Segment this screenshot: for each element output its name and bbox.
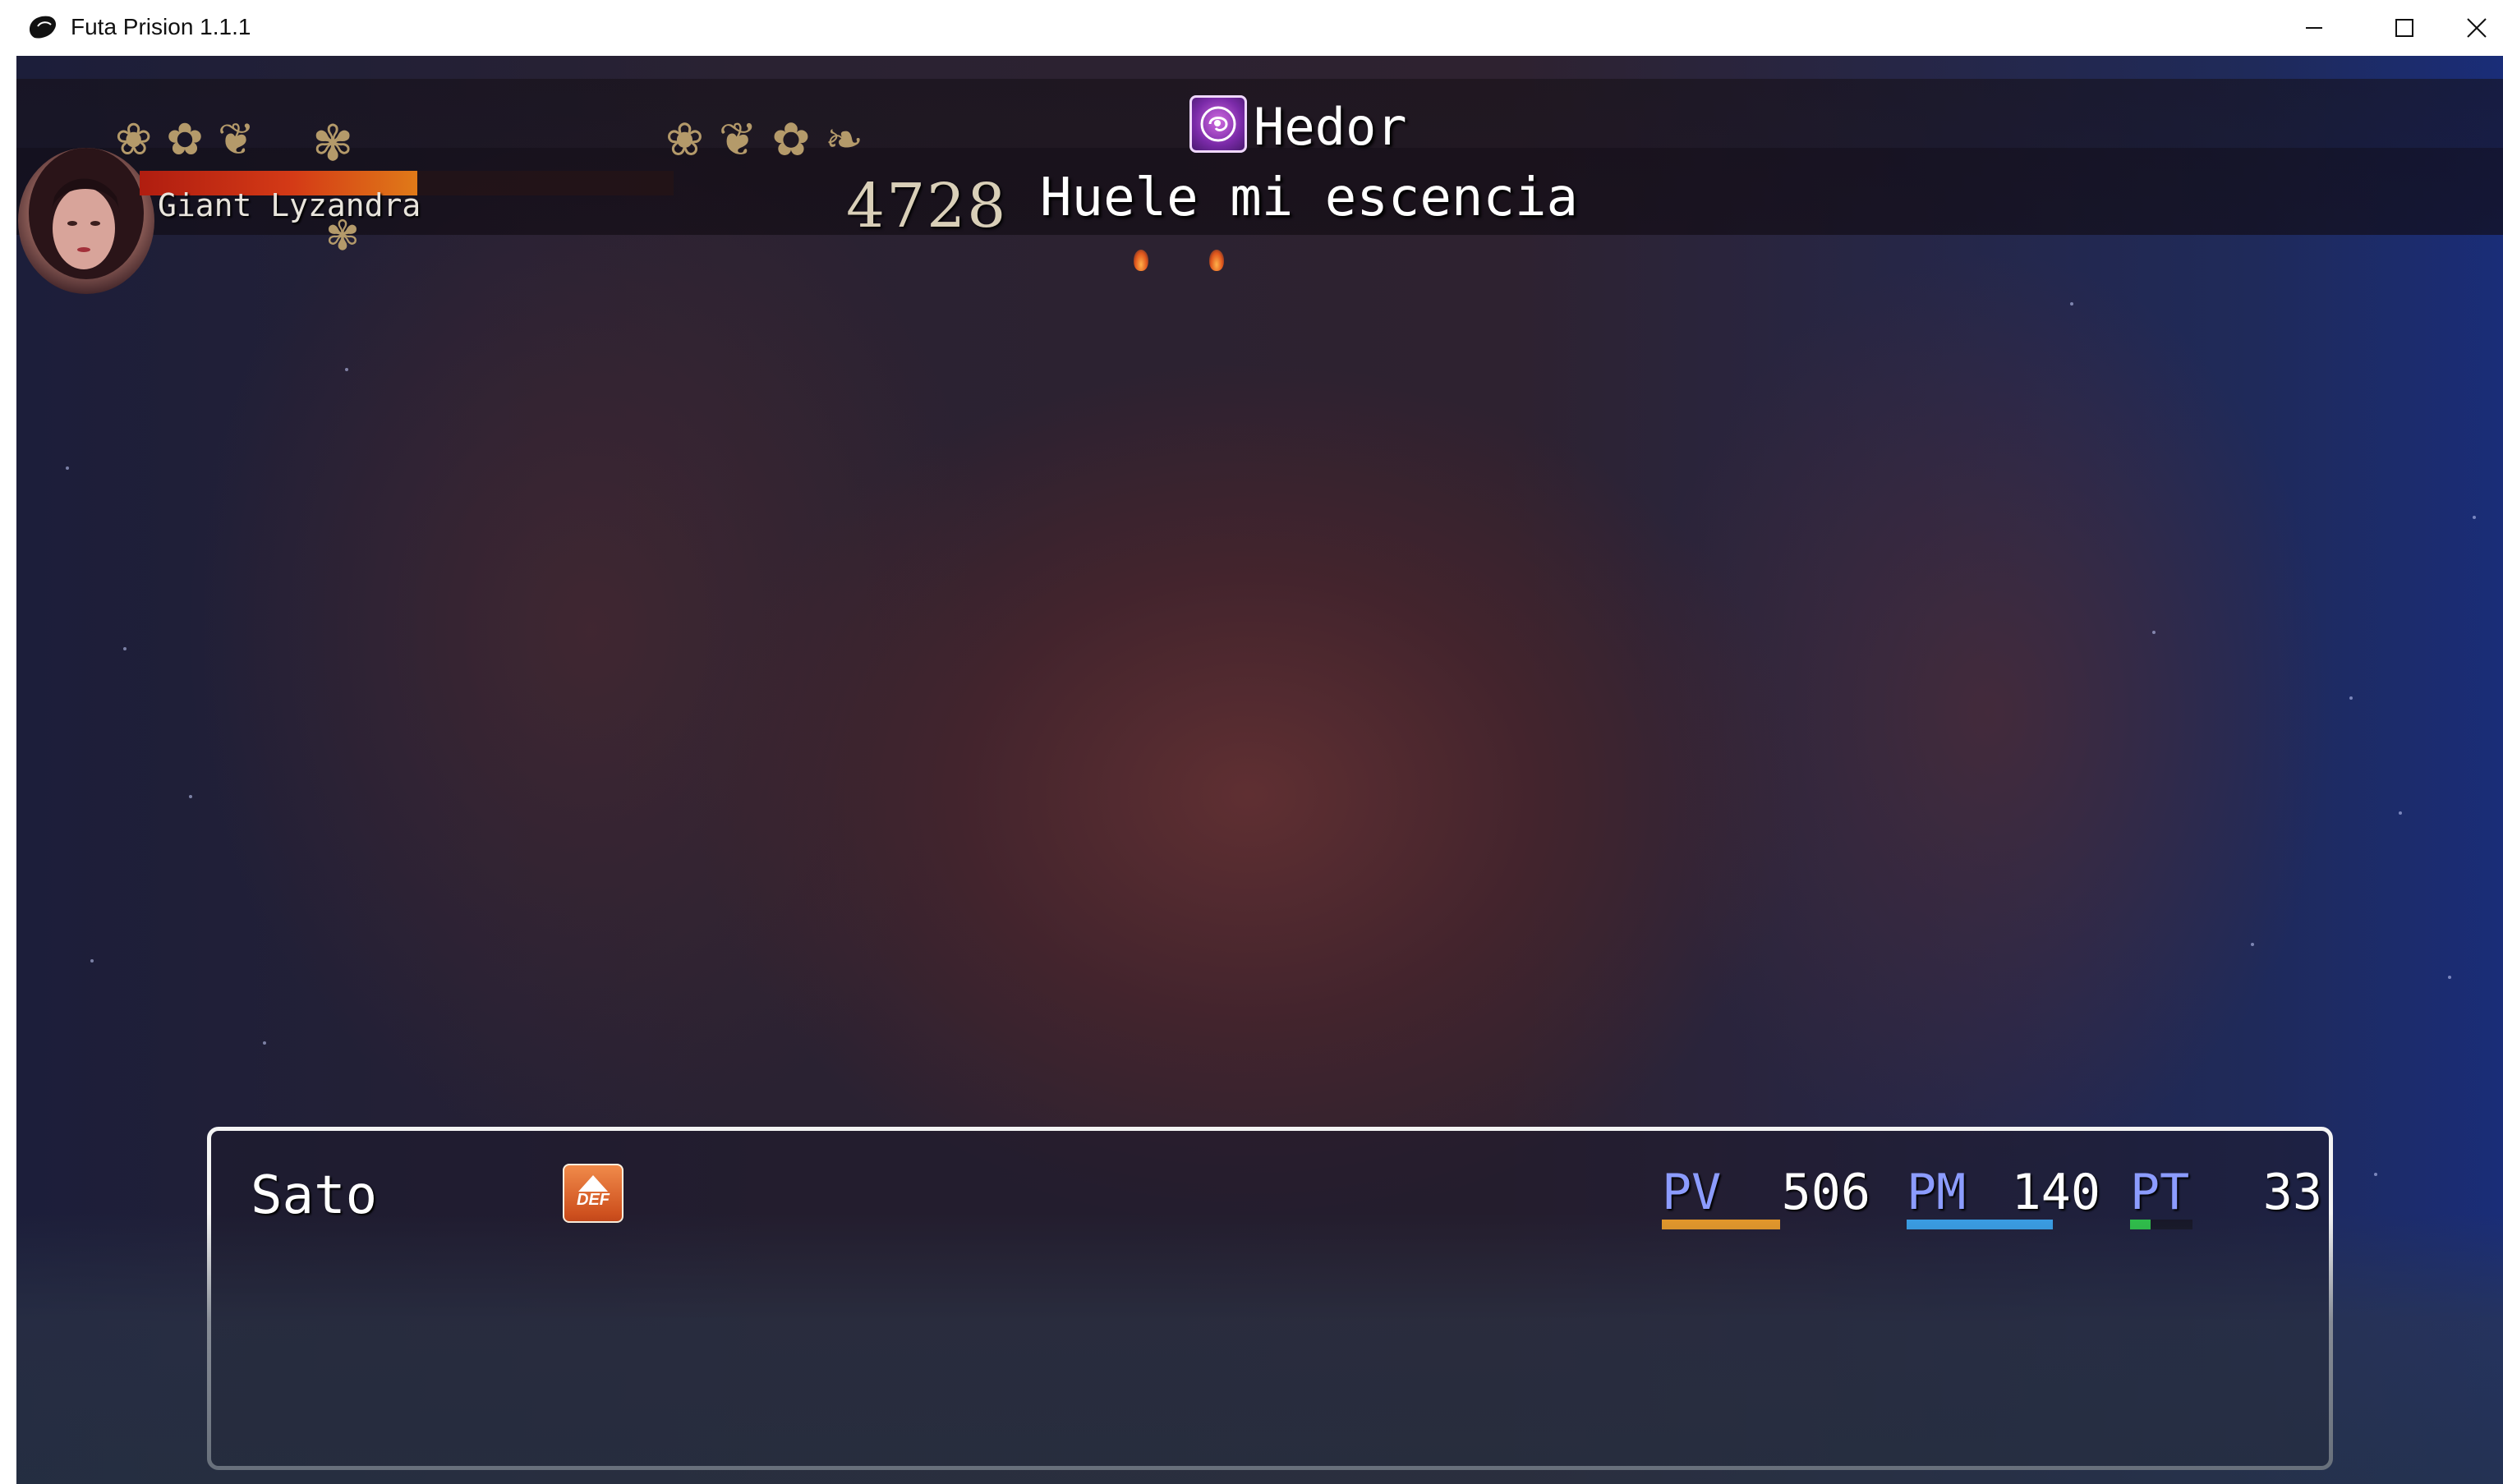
- enemy-eye-right: [1209, 250, 1224, 271]
- maximize-icon: [2395, 19, 2413, 37]
- title-bar: Futa Prision 1.1.1: [0, 0, 2503, 56]
- pv-bar-fill: [1662, 1220, 1780, 1229]
- pv-gauge: PV 506: [1662, 1164, 1870, 1229]
- pv-label: PV: [1662, 1164, 1722, 1221]
- skill-hedor-icon: [1189, 95, 1247, 153]
- pt-label: PT: [2130, 1164, 2190, 1221]
- starfield-background: [16, 56, 2503, 1484]
- party-status-window[interactable]: Sato DEF PV 506 PM 140 PT 33: [207, 1127, 2333, 1470]
- ornament-flower: ✾: [312, 115, 354, 172]
- minimize-button[interactable]: [2269, 0, 2359, 56]
- battle-message: Huele mi escencia: [1040, 168, 1579, 228]
- actor-name: Sato: [251, 1165, 378, 1226]
- pm-label: PM: [1907, 1164, 1967, 1221]
- pm-value: 140: [2011, 1164, 2100, 1221]
- enemy-eye-left: [1134, 250, 1148, 271]
- pt-bar: [2130, 1220, 2192, 1229]
- maximize-button[interactable]: [2359, 0, 2450, 56]
- pm-gauge: PM 140: [1907, 1164, 2100, 1229]
- state-label: DEF: [577, 1191, 610, 1209]
- minimize-icon: [2306, 27, 2322, 29]
- game-window: Futa Prision 1.1.1 ❀ ✿ ❦ ✾ ✾ ❀ ❦ ✿ ❧ Gia…: [0, 0, 2503, 1484]
- defense-up-icon: DEF: [563, 1164, 623, 1223]
- pv-value: 506: [1781, 1164, 1870, 1221]
- pt-value: 33: [2262, 1164, 2322, 1221]
- close-icon: [2466, 18, 2487, 38]
- pt-gauge: PT 33: [2130, 1164, 2322, 1229]
- ornament-right: ❀ ❦ ✿ ❧: [665, 113, 864, 167]
- pm-bar: [1907, 1220, 2053, 1229]
- skill-name: Hedor: [1254, 97, 1407, 157]
- pv-bar: [1662, 1220, 1780, 1229]
- pt-bar-fill: [2130, 1220, 2151, 1229]
- enemy-hp-value: 4728: [846, 171, 1008, 241]
- pm-bar-fill: [1907, 1220, 2053, 1229]
- close-button[interactable]: [2450, 0, 2503, 56]
- enemy-portrait: [18, 148, 154, 294]
- ornament-left: ❀ ✿ ❦: [115, 113, 255, 165]
- window-title: Futa Prision 1.1.1: [71, 14, 251, 39]
- app-logo-icon: [30, 16, 56, 39]
- enemy-name: Giant Lyzandra: [158, 187, 421, 223]
- battle-scene[interactable]: ❀ ✿ ❦ ✾ ✾ ❀ ❦ ✿ ❧ Giant Lyzandra 4728 He…: [16, 56, 2503, 1484]
